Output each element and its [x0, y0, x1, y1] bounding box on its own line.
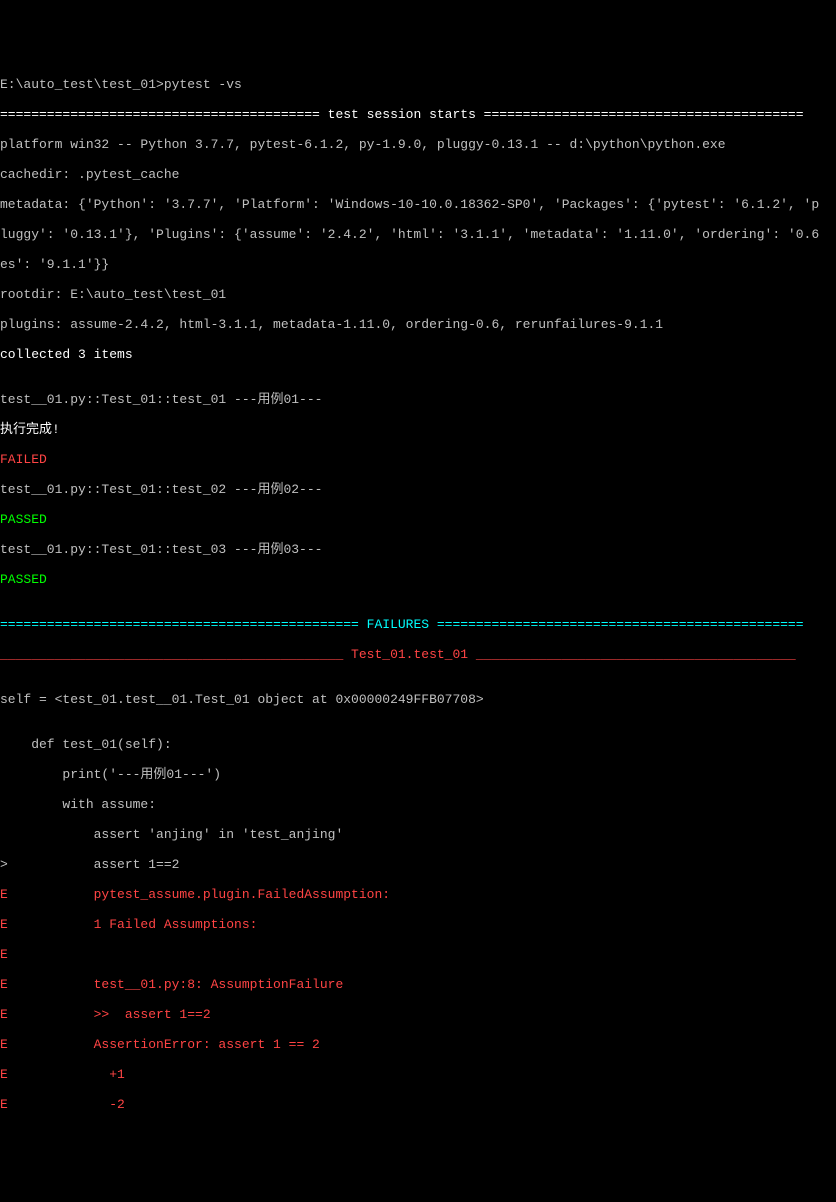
cachedir-line: cachedir: .pytest_cache [0, 167, 836, 182]
failed-status: FAILED [0, 452, 836, 467]
passed-status-2: PASSED [0, 572, 836, 587]
session-header: ========================================… [0, 107, 836, 122]
test-02-line: test__01.py::Test_01::test_02 ---用例02--- [0, 482, 836, 497]
error-line-5: E >> assert 1==2 [0, 1007, 836, 1022]
plugins-line: plugins: assume-2.4.2, html-3.1.1, metad… [0, 317, 836, 332]
terminal-output: E:\auto_test\test_01>pytest -vs ========… [0, 60, 836, 1127]
self-repr-line: self = <test_01.test__01.Test_01 object … [0, 692, 836, 707]
failures-header: ========================================… [0, 617, 836, 632]
metadata-line-1: metadata: {'Python': '3.7.7', 'Platform'… [0, 197, 836, 212]
error-line-8: E -2 [0, 1097, 836, 1112]
collected-line: collected 3 items [0, 347, 836, 362]
error-line-2: E 1 Failed Assumptions: [0, 917, 836, 932]
passed-status-1: PASSED [0, 512, 836, 527]
code-line-3: with assume: [0, 797, 836, 812]
platform-line: platform win32 -- Python 3.7.7, pytest-6… [0, 137, 836, 152]
test-03-line: test__01.py::Test_01::test_03 ---用例03--- [0, 542, 836, 557]
rootdir-line: rootdir: E:\auto_test\test_01 [0, 287, 836, 302]
error-line-3: E [0, 947, 836, 962]
code-line-2: print('---用例01---') [0, 767, 836, 782]
test-01-line: test__01.py::Test_01::test_01 ---用例01--- [0, 392, 836, 407]
code-line-1: def test_01(self): [0, 737, 836, 752]
exec-done-line: 执行完成! [0, 422, 836, 437]
code-line-5: > assert 1==2 [0, 857, 836, 872]
error-line-7: E +1 [0, 1067, 836, 1082]
metadata-line-3: es': '9.1.1'}} [0, 257, 836, 272]
code-line-4: assert 'anjing' in 'test_anjing' [0, 827, 836, 842]
error-line-1: E pytest_assume.plugin.FailedAssumption: [0, 887, 836, 902]
failure-title: ________________________________________… [0, 647, 836, 662]
error-line-6: E AssertionError: assert 1 == 2 [0, 1037, 836, 1052]
error-line-4: E test__01.py:8: AssumptionFailure [0, 977, 836, 992]
prompt-line: E:\auto_test\test_01>pytest -vs [0, 77, 836, 92]
metadata-line-2: luggy': '0.13.1'}, 'Plugins': {'assume':… [0, 227, 836, 242]
